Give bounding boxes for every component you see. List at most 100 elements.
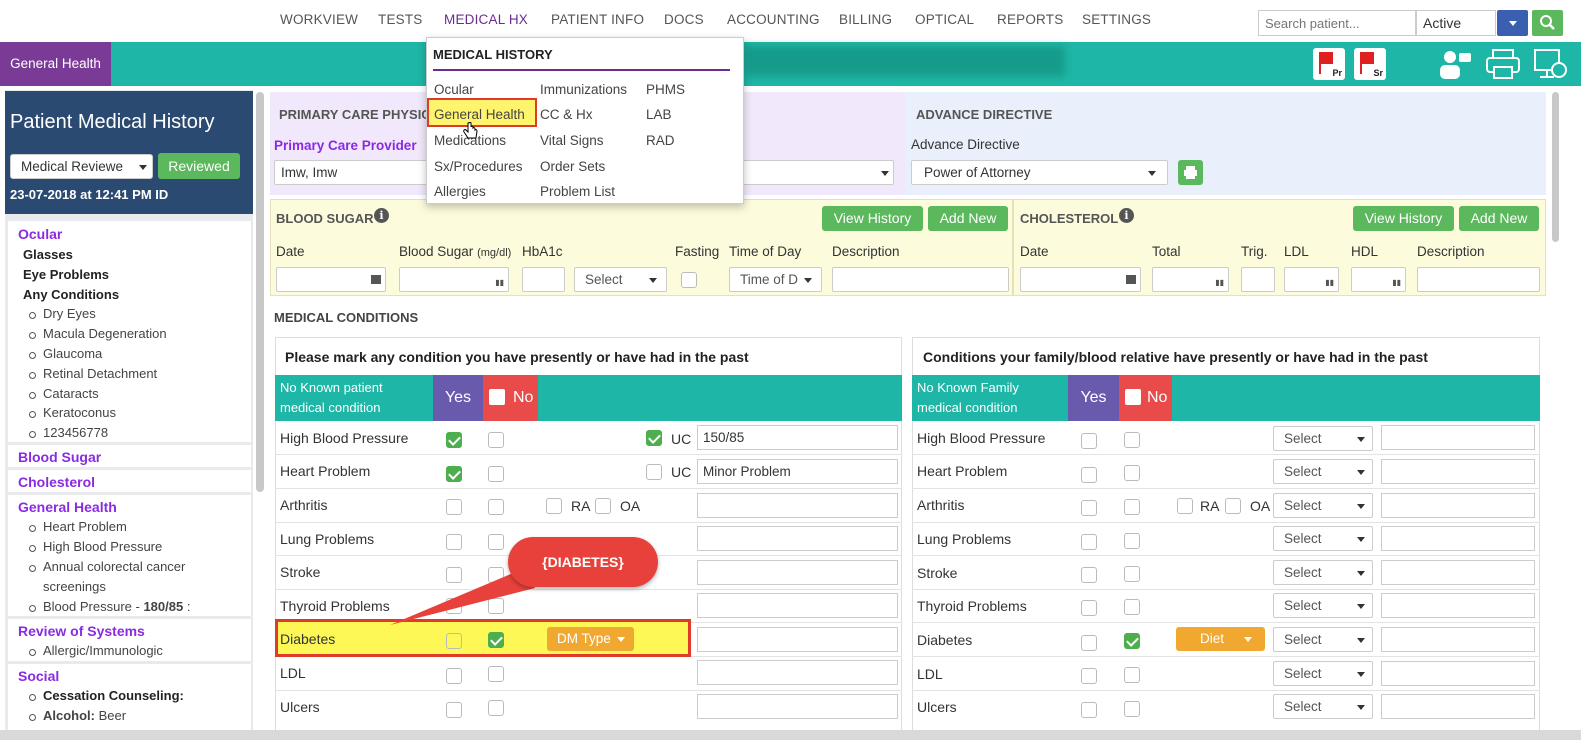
printer-icon[interactable] [1485,48,1521,80]
family-note-input[interactable] [1381,459,1535,484]
condition-note-input[interactable] [697,660,898,685]
yes-checkbox[interactable] [1081,534,1097,550]
info-icon[interactable]: i [1119,208,1134,223]
menu-item-lab[interactable]: LAB [646,107,672,122]
no-checkbox[interactable] [1124,667,1140,683]
main-scrollbar[interactable] [1552,92,1559,242]
search-patient-input[interactable] [1258,10,1416,36]
family-note-input[interactable] [1381,526,1535,551]
no-checkbox[interactable] [1124,499,1140,515]
monitor-clock-icon[interactable] [1533,48,1567,80]
social-link[interactable]: Social [18,668,59,684]
relation-select[interactable]: Select [1273,593,1373,618]
yes-checkbox[interactable] [1081,702,1097,718]
yes-checkbox[interactable] [1081,433,1097,449]
yes-checkbox[interactable] [1081,635,1097,651]
condition-note-input[interactable] [697,560,898,585]
relation-select[interactable]: Select [1273,627,1373,652]
nav-docs[interactable]: DOCS [664,12,704,27]
cholesterol-link[interactable]: Cholesterol [18,474,95,490]
yes-checkbox[interactable] [446,633,462,649]
yes-checkbox[interactable] [446,534,462,550]
chol-total-input[interactable]: ▮▮ [1152,267,1229,292]
chol-trig-input[interactable] [1241,267,1275,292]
menu-item-sx-procedures[interactable]: Sx/Procedures [434,159,523,174]
no-all-checkbox[interactable] [489,389,505,405]
nav-optical[interactable]: OPTICAL [915,12,974,27]
print-directive-button[interactable] [1178,160,1203,185]
no-checkbox[interactable] [488,499,504,515]
time-of-day-select[interactable]: Time of D [729,267,822,292]
diet-dropdown[interactable]: Diet [1176,627,1265,651]
reviewed-button[interactable]: Reviewed [158,153,240,179]
menu-item-cc-hx[interactable]: CC & Hx [540,107,593,122]
no-checkbox[interactable] [1124,465,1140,481]
medical-review-select[interactable]: Medical Reviewe [10,154,153,179]
relation-select[interactable]: Select [1273,694,1373,719]
hba1c-input[interactable] [522,267,565,292]
no-all-checkbox[interactable] [1125,389,1141,405]
no-checkbox[interactable] [1124,533,1140,549]
nav-patient-info[interactable]: PATIENT INFO [551,12,644,27]
bottom-scrollbar[interactable] [0,730,1581,740]
relation-select[interactable]: Select [1273,493,1373,518]
no-checkbox[interactable] [1124,599,1140,615]
advance-directive-select[interactable]: Power of Attorney [911,160,1168,185]
pr-flag-button[interactable]: Pr [1313,48,1345,80]
oa-checkbox[interactable] [595,498,611,514]
dm-type-dropdown[interactable]: DM Type [547,627,634,651]
no-checkbox[interactable] [488,432,504,448]
ocular-link[interactable]: Ocular [18,226,62,242]
nav-settings[interactable]: SETTINGS [1082,12,1151,27]
family-note-input[interactable] [1381,593,1535,618]
chol-date-input[interactable] [1020,267,1141,292]
left-scrollbar[interactable] [256,92,264,492]
yes-checkbox[interactable] [1081,668,1097,684]
family-note-input[interactable] [1381,493,1535,518]
condition-note-input[interactable] [697,627,898,652]
menu-item-problem-list[interactable]: Problem List [540,184,615,199]
bs-type-select[interactable]: Select [574,267,667,292]
yes-checkbox[interactable] [1081,600,1097,616]
users-chat-icon[interactable] [1437,47,1473,81]
nav-reports[interactable]: REPORTS [997,12,1063,27]
family-note-input[interactable] [1381,425,1535,450]
yes-checkbox[interactable] [446,466,462,482]
menu-item-immunizations[interactable]: Immunizations [540,82,627,97]
menu-item-rad[interactable]: RAD [646,133,675,148]
hbp-value-input[interactable]: 150/85 [697,425,898,450]
general-health-link[interactable]: General Health [18,499,117,515]
bs-description-input[interactable] [832,267,1009,292]
chol-hdl-input[interactable]: ▮▮ [1351,267,1406,292]
ros-link[interactable]: Review of Systems [18,623,145,639]
nav-tests[interactable]: TESTS [378,12,423,27]
no-checkbox[interactable] [1124,633,1140,649]
ra-checkbox[interactable] [1177,498,1193,514]
family-note-input[interactable] [1381,627,1535,652]
status-dropdown-button[interactable] [1497,10,1528,36]
condition-note-input[interactable] [697,694,898,719]
no-checkbox[interactable] [488,700,504,716]
yes-checkbox[interactable] [1081,567,1097,583]
info-icon[interactable]: i [374,208,389,223]
relation-select[interactable]: Select [1273,459,1373,484]
oa-checkbox[interactable] [1225,498,1241,514]
condition-note-input[interactable] [697,526,898,551]
relation-select[interactable]: Select [1273,526,1373,551]
chol-description-input[interactable] [1417,267,1540,292]
uc-checkbox[interactable] [646,430,662,446]
status-select[interactable]: Active [1416,10,1496,36]
yes-checkbox[interactable] [1081,500,1097,516]
nav-workview[interactable]: WORKVIEW [280,12,358,27]
search-button[interactable] [1532,10,1563,36]
family-note-input[interactable] [1381,661,1535,686]
blood-sugar-link[interactable]: Blood Sugar [18,449,101,465]
condition-note-input[interactable] [697,593,898,618]
no-checkbox[interactable] [488,466,504,482]
yes-checkbox[interactable] [1081,467,1097,483]
no-checkbox[interactable] [1124,432,1140,448]
no-checkbox[interactable] [488,534,504,550]
no-checkbox[interactable] [1124,566,1140,582]
chol-view-history-button[interactable]: View History [1353,206,1454,231]
menu-item-phms[interactable]: PHMS [646,82,685,97]
